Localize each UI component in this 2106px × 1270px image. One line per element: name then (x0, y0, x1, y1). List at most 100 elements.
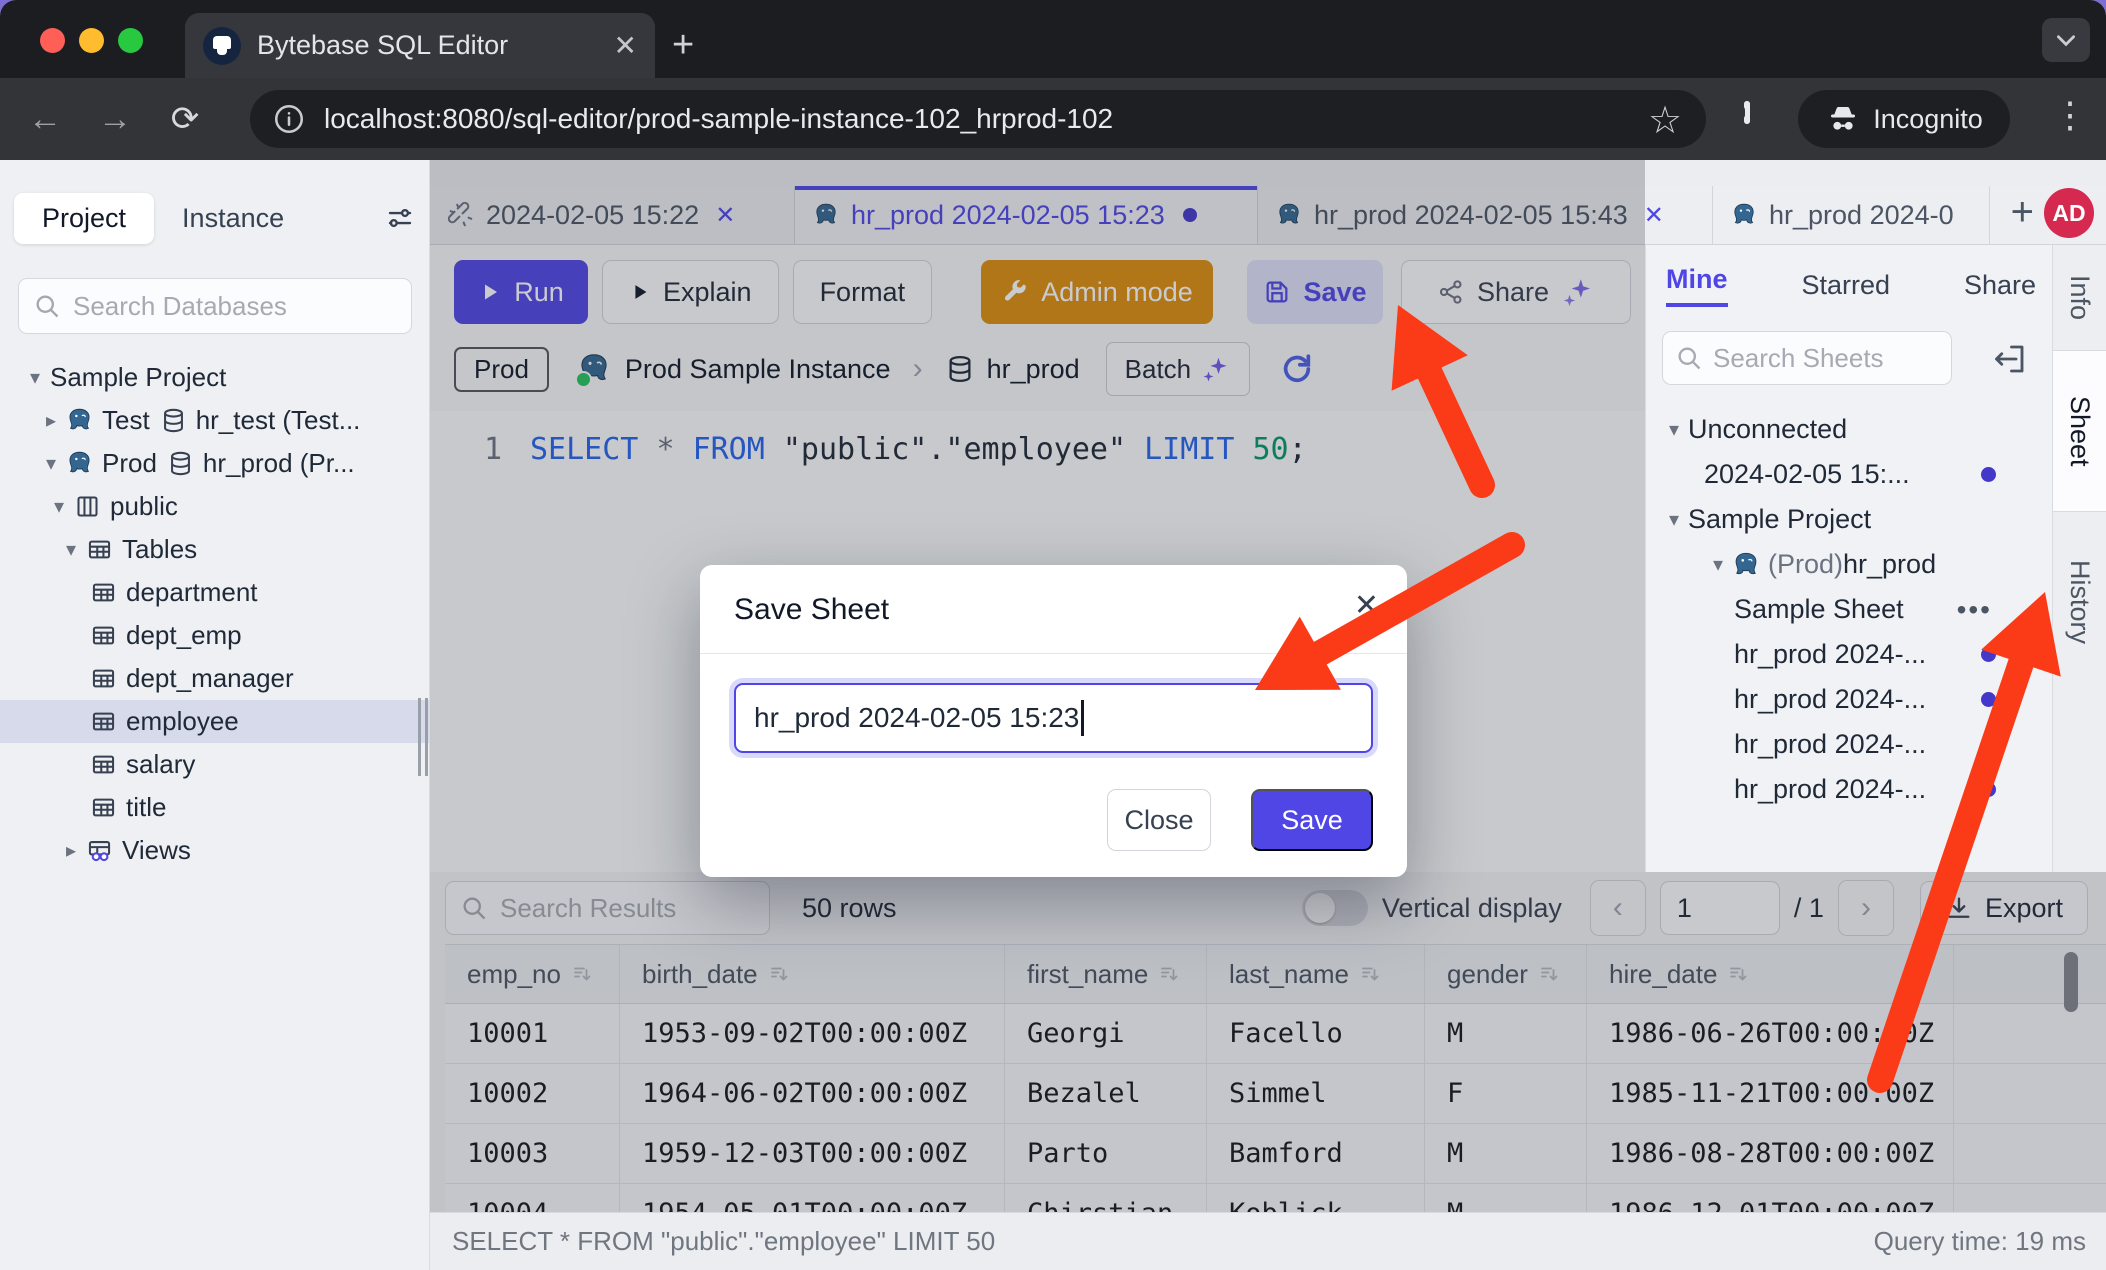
query-time: Query time: 19 ms (1874, 1226, 2086, 1257)
side-tab-sheet[interactable]: Sheet (2053, 350, 2106, 512)
database-search[interactable] (18, 278, 412, 334)
sheet-item-prod-hr-prod[interactable]: ▾(Prod) hr_prod (1646, 542, 2052, 587)
sheet-item-label: hr_prod 2024-... (1734, 639, 1926, 670)
browser-window: Bytebase SQL Editor ✕ + ← → ⟳ localhost:… (0, 0, 2106, 1270)
sidebar-tab-instance[interactable]: Instance (154, 193, 312, 244)
chrome-tab-strip: Bytebase SQL Editor ✕ + (0, 0, 2106, 78)
filter-sliders-icon[interactable] (385, 203, 415, 233)
caret-down-icon[interactable]: ▾ (1660, 507, 1688, 532)
info-icon[interactable] (272, 102, 306, 136)
tree-item-employee[interactable]: employee (0, 700, 429, 743)
unsaved-dot (1981, 692, 1996, 707)
table-icon (90, 622, 117, 649)
tree-item-dept-manager[interactable]: dept_manager (0, 657, 429, 700)
add-sheet-tab-button[interactable]: + (2011, 192, 2034, 232)
tree-item-dept-emp[interactable]: dept_emp (0, 614, 429, 657)
table-icon (90, 665, 117, 692)
reload-button[interactable]: ⟳ (150, 99, 220, 139)
tree-item-title[interactable]: title (0, 786, 429, 829)
tab-search-button[interactable] (2042, 18, 2090, 62)
side-tab-info[interactable]: Info (2053, 245, 2106, 350)
screenshot-stage: Bytebase SQL Editor ✕ + ← → ⟳ localhost:… (0, 0, 2106, 1270)
tree-item-prod-hr-prod-pr[interactable]: ▾Prodhr_prod (Pr... (0, 442, 429, 485)
side-tab-history[interactable]: History (2053, 512, 2106, 692)
sheet-item-hr-prod-2024[interactable]: hr_prod 2024-... (1646, 767, 2052, 812)
sheet-tab-share[interactable]: Share (1964, 270, 2036, 301)
sheet-search[interactable] (1662, 331, 1952, 385)
caret-down-icon[interactable]: ▾ (56, 537, 86, 562)
sheet-item-label: hr_prod 2024-... (1734, 729, 1926, 760)
caret-down-icon[interactable]: ▾ (1704, 552, 1732, 577)
caret-down-icon[interactable]: ▾ (44, 494, 74, 519)
sheet-item-hr-prod-2024[interactable]: hr_prod 2024-... (1646, 722, 2052, 767)
database-search-input[interactable] (71, 290, 397, 323)
sheet-drawer: Mine Starred Share ▾Unconnected 2024-02-0… (1645, 245, 2052, 872)
table-icon (90, 751, 117, 778)
sheet-item-sample-sheet[interactable]: Sample Sheet••• (1646, 587, 2052, 632)
caret-down-icon[interactable]: ▾ (1660, 417, 1688, 442)
dialog-close-button[interactable]: Close (1107, 789, 1211, 851)
incognito-badge: Incognito (1798, 90, 2010, 148)
sheet-name-input[interactable]: hr_prod 2024-02-05 15:23 (734, 683, 1373, 753)
sheet-tab-mine[interactable]: Mine (1666, 264, 1728, 307)
editor-tab-hr-prod-2024-0[interactable]: hr_prod 2024-0 (1713, 186, 1990, 244)
close-tab-icon[interactable]: ✕ (1644, 201, 1664, 230)
window-minimize-button[interactable] (79, 28, 104, 53)
caret-right-icon[interactable]: ▸ (36, 408, 66, 433)
dialog-close-icon[interactable]: ✕ (1354, 591, 1379, 621)
tree-item-label: Tables (122, 534, 197, 565)
tree-item-label: title (126, 792, 166, 823)
window-maximize-button[interactable] (118, 28, 143, 53)
sheet-item-label: 2024-02-05 15:... (1704, 459, 1910, 490)
caret-right-icon[interactable]: ▸ (56, 838, 86, 863)
bookmark-star-icon[interactable]: ☆ (1648, 98, 1682, 143)
back-button[interactable]: ← (10, 100, 80, 139)
tree-item-label: Prod (102, 448, 157, 479)
dialog-save-button[interactable]: Save (1251, 789, 1373, 851)
sheet-menu-icon[interactable]: ••• (1957, 594, 1992, 626)
sheet-item-unconnected[interactable]: ▾Unconnected (1646, 407, 2052, 452)
executed-query-text: SELECT * FROM "public"."employee" LIMIT … (452, 1226, 995, 1257)
sheet-item-label: hr_prod 2024-... (1734, 684, 1926, 715)
window-close-button[interactable] (40, 28, 65, 53)
sheet-search-input[interactable] (1711, 342, 1939, 375)
browser-tab-title: Bytebase SQL Editor (257, 30, 614, 61)
tree-item-label: department (126, 577, 258, 608)
side-panel-icon[interactable] (1744, 104, 1750, 122)
sidebar-tab-project[interactable]: Project (14, 193, 154, 244)
database-sidebar: Project Instance ▾Sample Project▸Testhr_… (0, 160, 430, 1270)
pg-icon (66, 407, 93, 434)
import-sheet-icon[interactable] (1992, 341, 2028, 377)
sheet-item-hr-prod-2024[interactable]: hr_prod 2024-... (1646, 632, 2052, 677)
tree-item-department[interactable]: department (0, 571, 429, 614)
tree-item-label: Views (122, 835, 191, 866)
browser-tab[interactable]: Bytebase SQL Editor ✕ (185, 13, 655, 78)
sidebar-resize-handle[interactable] (417, 698, 429, 776)
forward-button[interactable]: → (80, 100, 150, 139)
caret-down-icon[interactable]: ▾ (36, 451, 66, 476)
search-icon (1675, 344, 1703, 372)
cols-icon (74, 493, 101, 520)
sheet-tab-starred[interactable]: Starred (1801, 270, 1890, 301)
tree-item-sample-project[interactable]: ▾Sample Project (0, 356, 429, 399)
browser-menu-icon[interactable]: ⋮ (2052, 94, 2088, 136)
caret-down-icon[interactable]: ▾ (20, 365, 50, 390)
url-text: localhost:8080/sql-editor/prod-sample-in… (324, 103, 1113, 135)
tree-item-views[interactable]: ▸ Views (0, 829, 429, 872)
new-tab-button[interactable]: + (672, 26, 694, 64)
tree-item-public[interactable]: ▾public (0, 485, 429, 528)
tree-item-tables[interactable]: ▾ Tables (0, 528, 429, 571)
tree-item-salary[interactable]: salary (0, 743, 429, 786)
user-avatar[interactable]: AD (2044, 188, 2094, 238)
sidebar-tab-bar: Project Instance (14, 190, 415, 246)
sheet-item-2024-02-05-15[interactable]: 2024-02-05 15:... (1646, 452, 2052, 497)
tree-item-label: Sample Project (50, 362, 226, 393)
incognito-label: Incognito (1873, 104, 1983, 135)
browser-tab-close-icon[interactable]: ✕ (614, 32, 637, 60)
db-icon (167, 450, 194, 477)
sheet-item-sample-project[interactable]: ▾Sample Project (1646, 497, 2052, 542)
sheet-item-hr-prod-2024[interactable]: hr_prod 2024-... (1646, 677, 2052, 722)
address-bar[interactable]: localhost:8080/sql-editor/prod-sample-in… (250, 90, 1706, 148)
tree-item-test-hr-test-test[interactable]: ▸Testhr_test (Test... (0, 399, 429, 442)
unsaved-dot (1981, 737, 1996, 752)
